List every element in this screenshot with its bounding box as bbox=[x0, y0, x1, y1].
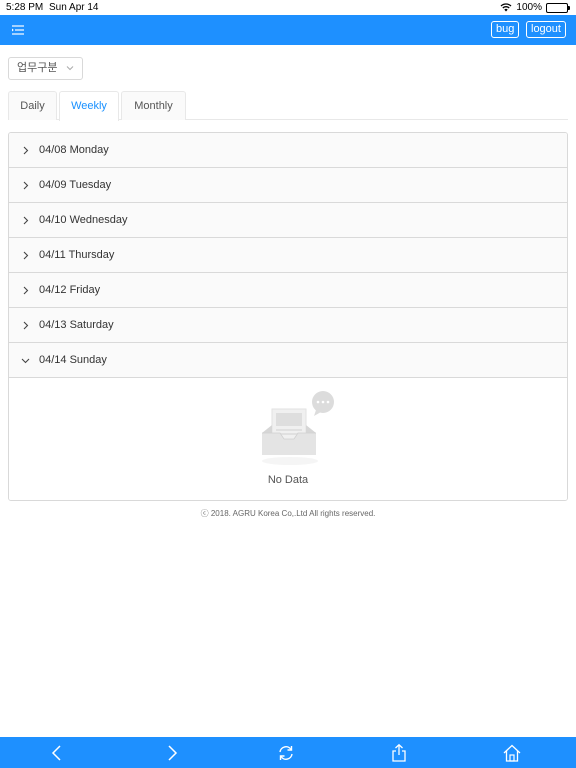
status-time: 5:28 PM bbox=[6, 2, 44, 13]
day-panel-header[interactable]: 04/13 Saturday bbox=[9, 308, 567, 343]
day-panel-label: 04/12 Friday bbox=[39, 284, 101, 296]
chevron-right-icon bbox=[23, 146, 29, 155]
forward-icon[interactable] bbox=[162, 743, 182, 763]
app-header: bug logout bbox=[0, 15, 576, 45]
no-data-text: No Data bbox=[267, 474, 309, 486]
chevron-down-icon bbox=[66, 66, 74, 71]
logout-button[interactable]: logout bbox=[526, 21, 566, 38]
home-icon[interactable] bbox=[502, 743, 522, 763]
chevron-right-icon bbox=[23, 286, 29, 295]
day-panel-label: 04/09 Tuesday bbox=[39, 179, 112, 191]
tab-monthly[interactable]: Monthly bbox=[121, 91, 186, 120]
refresh-icon[interactable] bbox=[276, 743, 296, 763]
wifi-icon bbox=[500, 3, 512, 12]
day-panel-header[interactable]: 04/12 Friday bbox=[9, 273, 567, 308]
chevron-right-icon bbox=[23, 321, 29, 330]
share-icon[interactable] bbox=[389, 743, 409, 763]
day-panel-header[interactable]: 04/11 Thursday bbox=[9, 238, 567, 273]
day-panel-label: 04/11 Thursday bbox=[39, 249, 115, 261]
period-tabs: Daily Weekly Monthly bbox=[8, 91, 568, 121]
back-icon[interactable] bbox=[47, 743, 67, 763]
day-panel-label: 04/14 Sunday bbox=[39, 354, 107, 366]
work-type-select[interactable]: 업무구분 bbox=[8, 57, 83, 80]
menu-icon[interactable] bbox=[10, 23, 26, 37]
day-panel-header-expanded[interactable]: 04/14 Sunday bbox=[9, 343, 567, 378]
chevron-right-icon bbox=[23, 216, 29, 225]
tab-daily[interactable]: Daily bbox=[8, 91, 57, 120]
chevron-down-icon bbox=[21, 358, 30, 364]
battery-icon bbox=[546, 2, 570, 13]
status-indicators: 100% bbox=[500, 2, 570, 13]
day-panel-label: 04/13 Saturday bbox=[39, 319, 114, 331]
chevron-right-icon bbox=[23, 251, 29, 260]
tab-weekly[interactable]: Weekly bbox=[59, 91, 119, 121]
chevron-right-icon bbox=[23, 181, 29, 190]
day-panel-body: No Data bbox=[9, 379, 567, 500]
empty-inbox-icon bbox=[262, 391, 334, 465]
copyright-footer: ⓒ 2018. AGRU Korea Co,.Ltd All rights re… bbox=[200, 509, 376, 518]
day-panel-header[interactable]: 04/10 Wednesday bbox=[9, 203, 567, 238]
bug-button[interactable]: bug bbox=[491, 21, 520, 38]
status-bar: 5:28 PM Sun Apr 14 100% bbox=[0, 0, 576, 15]
day-panel-header[interactable]: 04/08 Monday bbox=[9, 133, 567, 168]
bottom-toolbar bbox=[0, 737, 576, 768]
status-date: Sun Apr 14 bbox=[49, 2, 99, 13]
work-type-select-value: 업무구분 bbox=[17, 62, 58, 74]
battery-percent: 100% bbox=[516, 2, 542, 13]
day-panel-label: 04/08 Monday bbox=[39, 144, 109, 156]
day-panel-header[interactable]: 04/09 Tuesday bbox=[9, 168, 567, 203]
day-panel-label: 04/10 Wednesday bbox=[39, 214, 128, 226]
day-collapse: 04/08 Monday 04/09 Tuesday 04/10 Wednesd… bbox=[8, 132, 568, 501]
